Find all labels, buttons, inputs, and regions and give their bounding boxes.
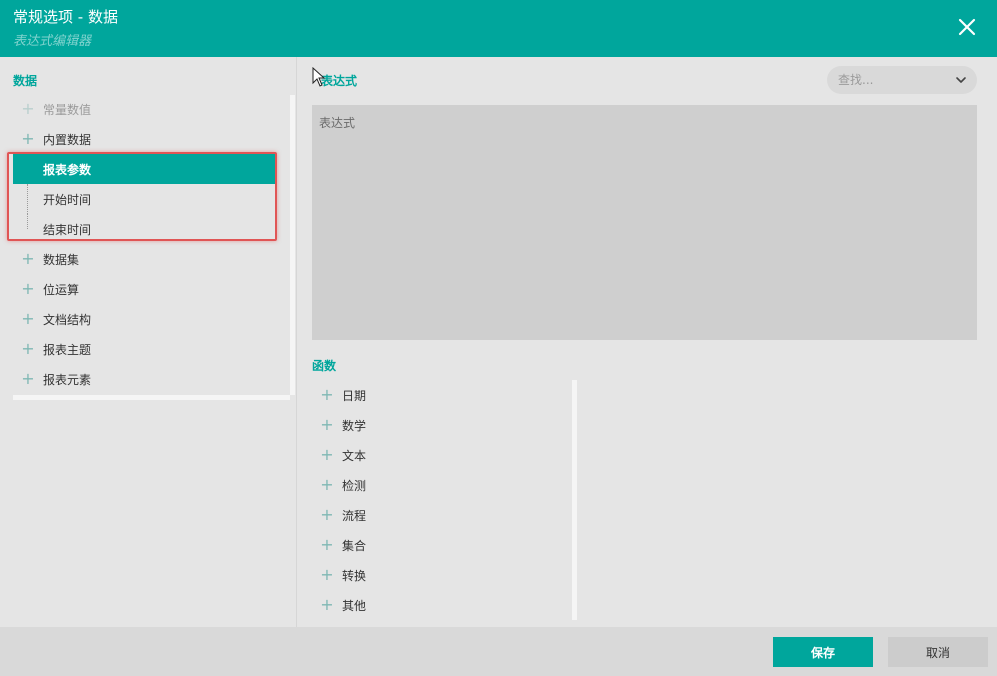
dialog-title: 常规选项 - 数据 xyxy=(13,8,118,26)
search-input[interactable] xyxy=(838,73,948,87)
plus-icon[interactable]: + xyxy=(312,537,342,553)
functions-scrollbar[interactable] xyxy=(572,380,577,620)
plus-icon[interactable]: + xyxy=(13,281,43,297)
func-item-convert[interactable]: + 转换 xyxy=(312,560,574,590)
expression-editor[interactable] xyxy=(312,105,977,340)
tree-item-label: 报表主题 xyxy=(43,342,92,357)
tree-item-label: 报表参数 xyxy=(43,162,92,177)
tree-item-report-elements[interactable]: + 报表元素 xyxy=(13,364,275,394)
expression-input[interactable] xyxy=(319,114,970,331)
func-item-math[interactable]: + 数学 xyxy=(312,410,574,440)
tree-scrollbar-horizontal[interactable] xyxy=(13,395,290,400)
save-button[interactable]: 保存 xyxy=(773,637,873,667)
expression-section-label: 表达式 xyxy=(321,74,358,88)
tree-item-end-time[interactable]: 结束时间 xyxy=(13,214,275,244)
func-item-collection[interactable]: + 集合 xyxy=(312,530,574,560)
plus-icon[interactable]: + xyxy=(312,567,342,583)
plus-icon[interactable]: + xyxy=(13,101,43,117)
func-item-label: 日期 xyxy=(342,388,367,403)
func-item-label: 其他 xyxy=(342,598,367,613)
search-dropdown[interactable] xyxy=(827,66,977,94)
func-item-label: 文本 xyxy=(342,448,367,463)
plus-icon[interactable]: + xyxy=(13,311,43,327)
tree-item-report-theme[interactable]: + 报表主题 xyxy=(13,334,275,364)
tree-item-label: 位运算 xyxy=(43,282,80,297)
data-tree: + 常量数值 + 内置数据 报表参数 开始时间 结束时间 + 数据集 + 位运算… xyxy=(13,38,290,387)
plus-icon[interactable]: + xyxy=(312,387,342,403)
functions-section-label: 函数 xyxy=(312,359,337,373)
func-item-label: 数学 xyxy=(342,418,367,433)
tree-item-label: 报表元素 xyxy=(43,372,92,387)
chevron-down-icon[interactable] xyxy=(955,74,967,86)
plus-icon[interactable]: + xyxy=(312,597,342,613)
tree-scrollbar-vertical[interactable] xyxy=(290,95,295,395)
functions-tree: + 日期 + 数学 + 文本 + 检测 + 流程 + 集合 + 转换 + 其他 xyxy=(312,380,572,620)
plus-icon[interactable]: + xyxy=(13,131,43,147)
tree-item-label: 文档结构 xyxy=(43,312,92,327)
cancel-button[interactable]: 取消 xyxy=(888,637,988,667)
tree-item-report-params[interactable]: 报表参数 xyxy=(13,154,275,184)
tree-item-label: 常量数值 xyxy=(43,102,92,117)
func-item-label: 流程 xyxy=(342,508,367,523)
tree-item-constants[interactable]: + 常量数值 xyxy=(13,94,275,124)
plus-icon[interactable]: + xyxy=(13,371,43,387)
func-item-check[interactable]: + 检测 xyxy=(312,470,574,500)
tree-item-builtin[interactable]: + 内置数据 xyxy=(13,124,275,154)
func-item-flow[interactable]: + 流程 xyxy=(312,500,574,530)
plus-icon[interactable]: + xyxy=(312,477,342,493)
tree-item-dataset[interactable]: + 数据集 xyxy=(13,244,275,274)
plus-icon[interactable]: + xyxy=(312,447,342,463)
mouse-cursor-icon xyxy=(312,67,326,87)
func-item-text[interactable]: + 文本 xyxy=(312,440,574,470)
tree-item-doc-structure[interactable]: + 文档结构 xyxy=(13,304,275,334)
tree-item-label: 内置数据 xyxy=(43,132,92,147)
tree-item-bitwise[interactable]: + 位运算 xyxy=(13,274,275,304)
func-item-label: 集合 xyxy=(342,538,367,553)
close-icon[interactable] xyxy=(955,15,979,39)
plus-icon[interactable]: + xyxy=(312,417,342,433)
plus-icon[interactable]: + xyxy=(13,341,43,357)
tree-item-start-time[interactable]: 开始时间 xyxy=(13,184,275,214)
func-item-other[interactable]: + 其他 xyxy=(312,590,574,620)
tree-item-label: 开始时间 xyxy=(43,192,92,207)
plus-icon[interactable]: + xyxy=(312,507,342,523)
func-item-label: 检测 xyxy=(342,478,367,493)
tree-item-label: 数据集 xyxy=(43,252,80,267)
plus-icon[interactable]: + xyxy=(13,251,43,267)
tree-item-label: 结束时间 xyxy=(43,222,92,237)
func-item-date[interactable]: + 日期 xyxy=(312,380,574,410)
func-item-label: 转换 xyxy=(342,568,367,583)
